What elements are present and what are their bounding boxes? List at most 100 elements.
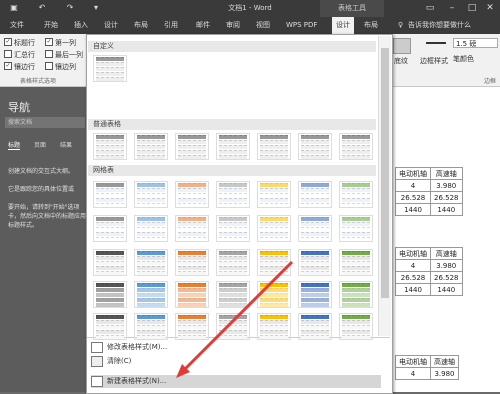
tell-me-search[interactable]: 告诉我你想要做什么 — [408, 17, 471, 34]
option-first-column[interactable]: ✓ 第一列 — [45, 38, 76, 48]
table-style-thumbnail[interactable] — [339, 133, 373, 160]
table-style-thumbnail[interactable] — [93, 181, 127, 208]
minimize-icon[interactable]: – — [442, 0, 462, 17]
tab-table-design[interactable]: 设计 — [332, 17, 354, 34]
table-style-thumbnail[interactable] — [216, 313, 250, 340]
table-cell[interactable]: 电动机轴 — [395, 355, 431, 368]
tab-review[interactable]: 审阅 — [226, 17, 240, 34]
table-cell[interactable]: 3.980 — [430, 179, 463, 192]
table-style-thumbnail[interactable] — [175, 281, 209, 308]
table-style-thumbnail[interactable] — [93, 249, 127, 276]
tab-wps-pdf[interactable]: WPS PDF — [286, 17, 317, 34]
table-style-thumbnail[interactable] — [339, 313, 373, 340]
tab-table-layout[interactable]: 布局 — [364, 17, 378, 34]
pen-color-button[interactable]: 笔颜色 — [453, 54, 474, 64]
table-style-thumbnail[interactable] — [298, 215, 332, 242]
tab-design[interactable]: 设计 — [104, 17, 118, 34]
table-style-thumbnail[interactable] — [93, 55, 127, 82]
table-cell[interactable]: 1440 — [430, 283, 463, 296]
table-style-thumbnail[interactable] — [339, 181, 373, 208]
table-style-thumbnail[interactable] — [134, 181, 168, 208]
table-style-thumbnail[interactable] — [216, 133, 250, 160]
table-style-thumbnail[interactable] — [339, 249, 373, 276]
table-cell[interactable]: 电动机轴 — [395, 247, 431, 260]
nav-tab-pages[interactable]: 页面 — [34, 140, 46, 149]
table-style-thumbnail[interactable] — [93, 313, 127, 340]
close-icon[interactable]: ✕ — [480, 0, 500, 17]
table-style-thumbnail[interactable] — [216, 181, 250, 208]
table-cell[interactable]: 4 — [395, 259, 431, 272]
table-style-thumbnail[interactable] — [93, 215, 127, 242]
table-cell[interactable]: 高速轴 — [430, 247, 463, 260]
table-style-thumbnail[interactable] — [298, 281, 332, 308]
table-cell[interactable]: 26.528 — [395, 191, 431, 204]
clear-menu-item[interactable]: 清除(C) — [91, 355, 381, 368]
new-table-style-menu-item[interactable]: 新建表格样式(N)... — [91, 375, 381, 388]
table-style-thumbnail[interactable] — [216, 249, 250, 276]
scrollbar-thumb[interactable] — [381, 48, 389, 298]
table-style-thumbnail[interactable] — [134, 313, 168, 340]
table-style-thumbnail[interactable] — [257, 281, 291, 308]
search-icon[interactable]: ♀ — [398, 17, 403, 34]
table-style-thumbnail[interactable] — [216, 215, 250, 242]
table-cell[interactable]: 高速轴 — [430, 355, 459, 368]
table-style-thumbnail[interactable] — [175, 249, 209, 276]
table-cell[interactable]: 4 — [395, 367, 431, 380]
table-style-thumbnail[interactable] — [257, 249, 291, 276]
nav-tab-results[interactable]: 结果 — [60, 140, 72, 149]
tab-references[interactable]: 引用 — [164, 17, 178, 34]
maximize-icon[interactable]: □ — [462, 0, 482, 17]
border-styles-icon[interactable] — [426, 42, 446, 44]
table-style-thumbnail[interactable] — [257, 133, 291, 160]
option-banded-columns[interactable]: 镶边列 — [45, 62, 76, 72]
table-cell[interactable]: 4 — [395, 179, 431, 192]
table-cell[interactable]: 26.528 — [395, 271, 431, 284]
option-total-row[interactable]: 汇总行 — [4, 50, 35, 60]
tab-mailings[interactable]: 邮件 — [196, 17, 210, 34]
option-header-row[interactable]: ✓ 标题行 — [4, 38, 35, 48]
table-cell[interactable]: 26.528 — [430, 271, 463, 284]
table-style-thumbnail[interactable] — [134, 215, 168, 242]
table-style-thumbnail[interactable] — [298, 181, 332, 208]
table-style-thumbnail[interactable] — [134, 249, 168, 276]
table-cell[interactable]: 26.528 — [430, 191, 463, 204]
shading-button[interactable]: 底纹 — [394, 56, 408, 66]
option-banded-rows[interactable]: ✓ 镶边行 — [4, 62, 35, 72]
tab-view[interactable]: 视图 — [256, 17, 270, 34]
nav-tab-headings[interactable]: 标题 — [8, 140, 21, 150]
nav-search-input[interactable]: 搜索文档 — [5, 117, 85, 128]
table-style-thumbnail[interactable] — [134, 281, 168, 308]
table-style-thumbnail[interactable] — [257, 215, 291, 242]
table-cell[interactable]: 高速轴 — [430, 167, 463, 180]
table-style-thumbnail[interactable] — [339, 215, 373, 242]
line-width-select[interactable]: 1.5 磅 — [453, 38, 498, 48]
table-style-thumbnail[interactable] — [298, 249, 332, 276]
table-style-thumbnail[interactable] — [175, 215, 209, 242]
table-style-thumbnail[interactable] — [298, 133, 332, 160]
shading-icon[interactable] — [393, 38, 411, 54]
table-style-thumbnail[interactable] — [257, 181, 291, 208]
border-styles-button[interactable]: 边框样式 — [420, 56, 448, 66]
tab-file[interactable]: 文件 — [10, 17, 24, 34]
table-style-thumbnail[interactable] — [93, 281, 127, 308]
table-cell[interactable]: 1440 — [395, 203, 431, 216]
table-cell[interactable]: 3.980 — [430, 367, 459, 380]
ribbon-options-icon[interactable]: ▭ — [420, 0, 440, 17]
table-style-thumbnail[interactable] — [175, 133, 209, 160]
table-style-thumbnail[interactable] — [175, 313, 209, 340]
table-cell[interactable]: 电动机轴 — [395, 167, 431, 180]
tab-insert[interactable]: 插入 — [74, 17, 88, 34]
table-style-thumbnail[interactable] — [339, 281, 373, 308]
table-cell[interactable]: 1440 — [395, 283, 431, 296]
gallery-scrollbar[interactable] — [378, 36, 391, 336]
table-style-thumbnail[interactable] — [298, 313, 332, 340]
table-style-thumbnail[interactable] — [175, 181, 209, 208]
table-style-thumbnail[interactable] — [134, 133, 168, 160]
table-style-thumbnail[interactable] — [93, 133, 127, 160]
modify-table-style-menu-item[interactable]: 修改表格样式(M)... — [91, 341, 381, 354]
table-cell[interactable]: 1440 — [430, 203, 463, 216]
table-cell[interactable]: 3.980 — [430, 259, 463, 272]
tab-layout[interactable]: 布局 — [134, 17, 148, 34]
tab-home[interactable]: 开始 — [44, 17, 58, 34]
table-style-thumbnail[interactable] — [216, 281, 250, 308]
